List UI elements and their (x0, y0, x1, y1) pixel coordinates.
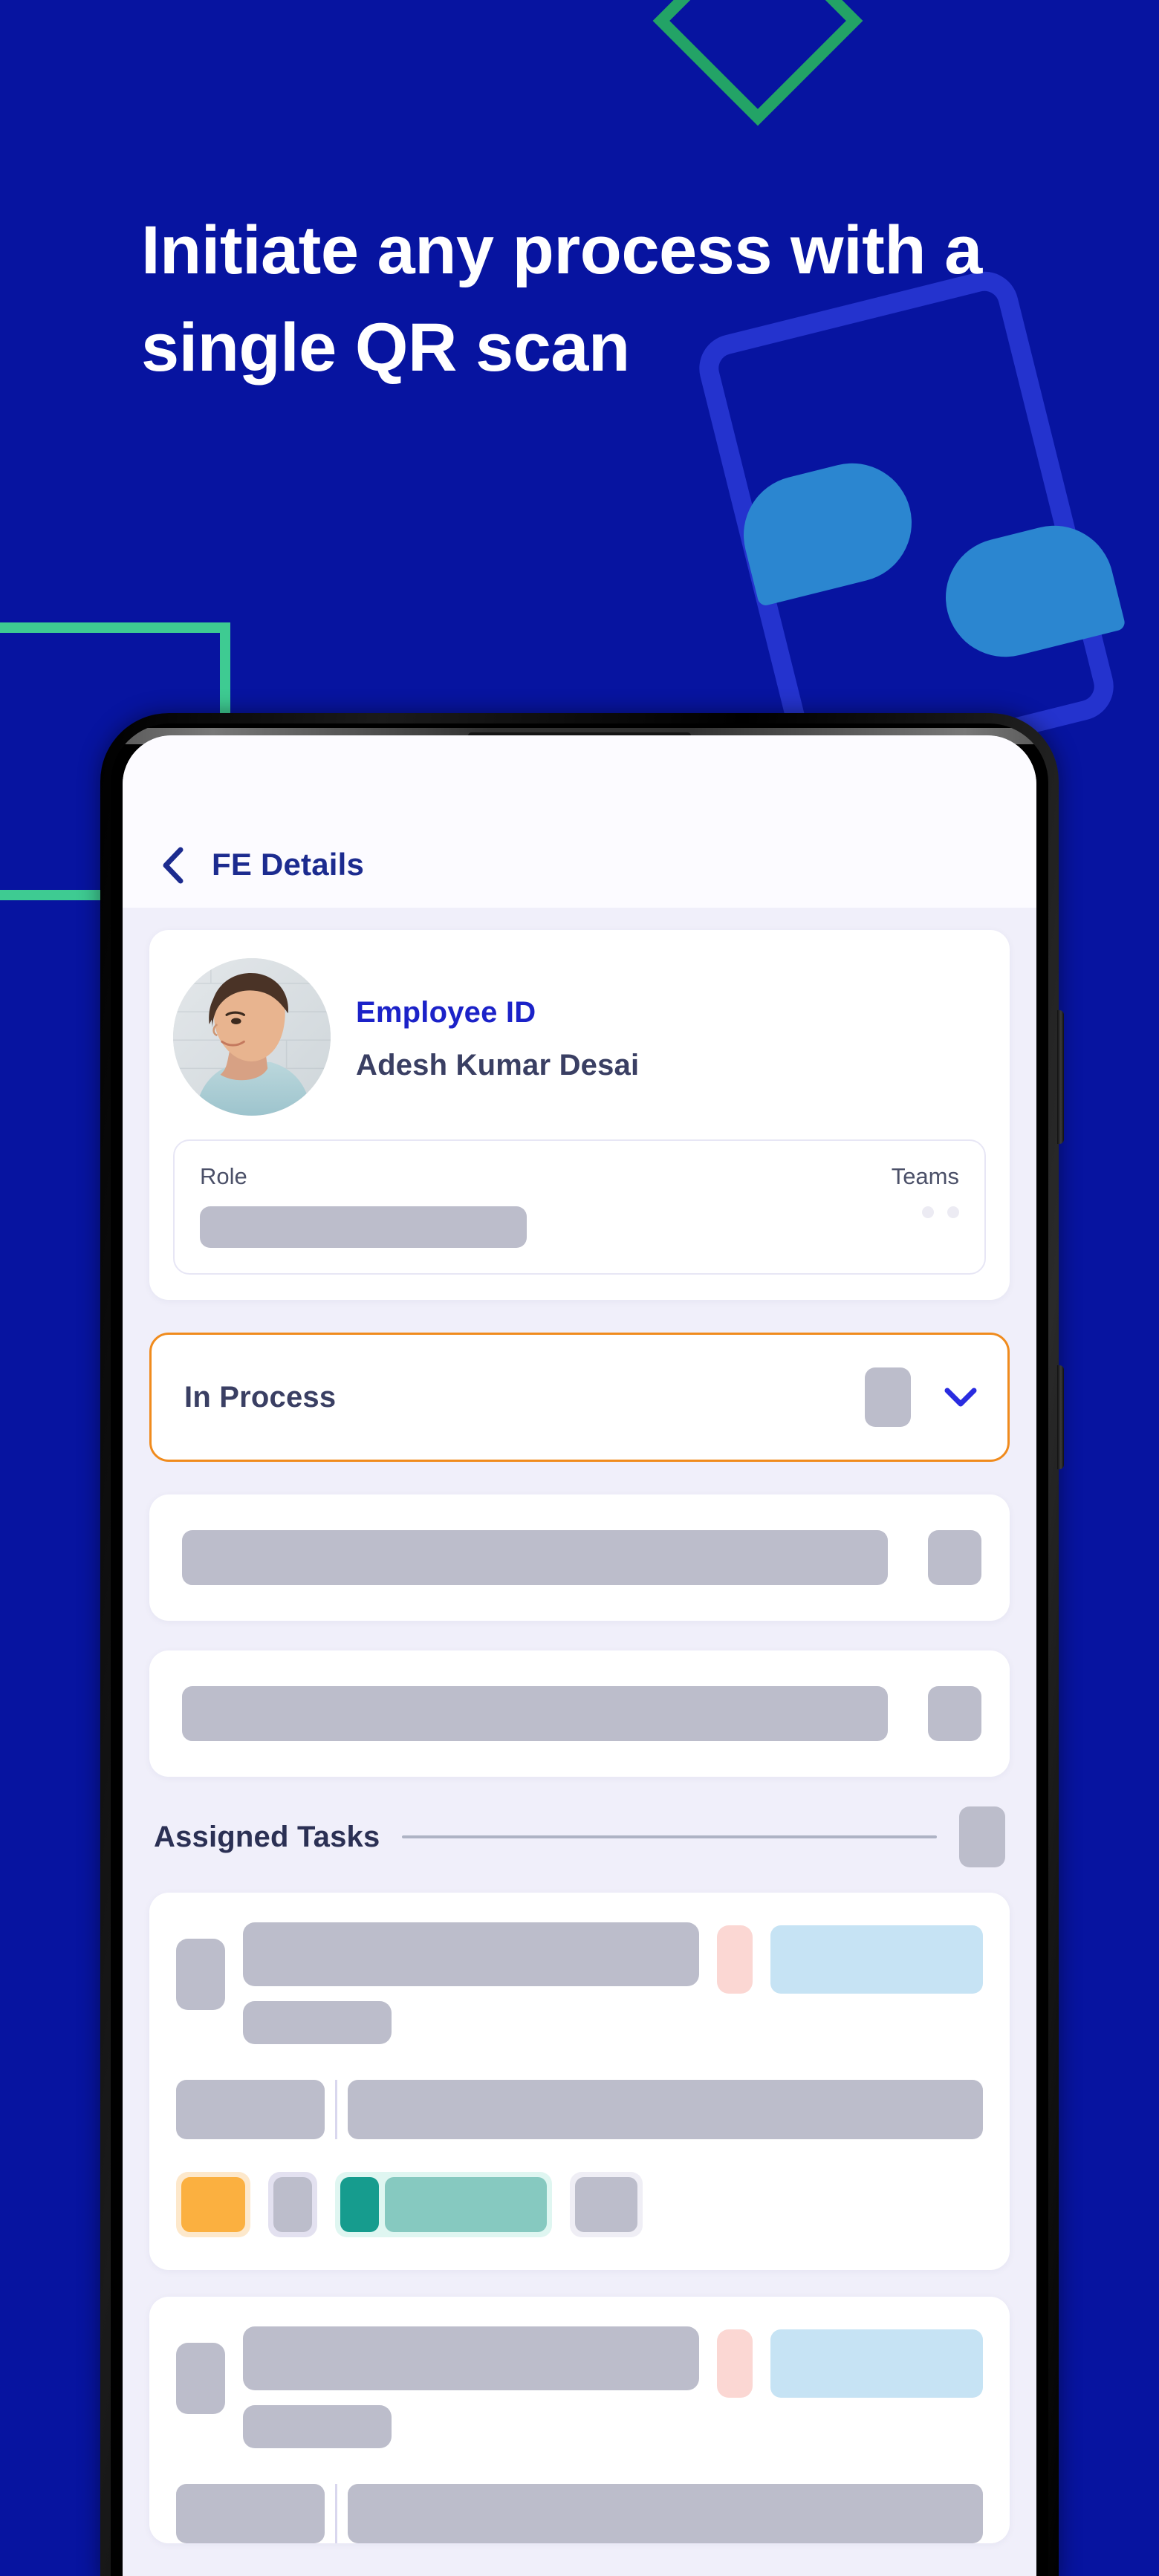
employee-id-label: Employee ID (356, 996, 536, 1029)
profile-meta: Employee ID Adesh Kumar Desai (356, 992, 639, 1082)
list-item-title-placeholder (182, 1530, 888, 1585)
task-status-placeholder (770, 2329, 983, 2398)
assigned-tasks-header: Assigned Tasks (149, 1806, 1010, 1867)
profile-header-row: Employee ID Adesh Kumar Desai (173, 958, 986, 1116)
task-title-block (243, 1922, 699, 2044)
tag-fill-light (385, 2177, 547, 2232)
task-header-row (176, 1922, 983, 2044)
status-select[interactable]: In Process (149, 1333, 1010, 1462)
teams-chip-list (892, 1206, 959, 1218)
chevron-down-icon[interactable] (944, 1386, 978, 1408)
team-chip-wrap (947, 1206, 959, 1218)
task-meta-right-placeholder (348, 2080, 983, 2139)
task-priority-placeholder (717, 2329, 753, 2398)
list-item-chip-placeholder (928, 1530, 981, 1585)
status-value: In Process (184, 1380, 337, 1414)
task-meta-left-placeholder (176, 2484, 325, 2543)
chevron-left-icon[interactable] (155, 847, 189, 884)
task-meta-row (176, 2080, 983, 2139)
task-meta-row (176, 2484, 983, 2543)
task-subtitle-placeholder (243, 2405, 392, 2448)
phone-side-button-power (1057, 1365, 1064, 1469)
list-item-title-placeholder (182, 1686, 888, 1741)
avatar (173, 958, 331, 1116)
list-item[interactable] (149, 1494, 1010, 1621)
promo-screenshot: Initiate any process with a single QR sc… (0, 0, 1159, 2576)
tag-fill-dark (340, 2177, 379, 2232)
task-meta-left-placeholder (176, 2080, 325, 2139)
task-tag-teal (335, 2172, 552, 2237)
tag-fill (273, 2177, 312, 2232)
teams-label: Teams (891, 1163, 959, 1189)
tag-fill (181, 2177, 245, 2232)
task-tag-lavender (268, 2172, 317, 2237)
task-meta-divider (335, 2484, 337, 2543)
status-count-placeholder (865, 1367, 911, 1427)
phone-mockup: FE Details Employee ID Adesh Kumar Desai… (100, 713, 1064, 2576)
teams-field: Teams (892, 1163, 959, 1218)
task-title-placeholder (243, 1922, 699, 1986)
role-teams-box: Role Teams (173, 1139, 986, 1275)
task-card[interactable] (149, 1893, 1010, 2270)
phone-side-button-volume (1057, 1010, 1064, 1144)
employee-name: Adesh Kumar Desai (356, 1049, 640, 1082)
task-tag-orange (176, 2172, 250, 2237)
app-bar: FE Details (123, 735, 1036, 908)
role-field: Role (200, 1163, 892, 1248)
team-chip-wrap (922, 1206, 934, 1218)
task-status-placeholder (770, 1925, 983, 1994)
task-subtitle-placeholder (243, 2001, 392, 2044)
task-meta-right-placeholder (348, 2484, 983, 2543)
task-avatar-placeholder (176, 1939, 225, 2010)
page-title: FE Details (212, 847, 365, 882)
phone-bezel: FE Details Employee ID Adesh Kumar Desai… (111, 723, 1048, 2576)
task-meta-divider (335, 2080, 337, 2139)
tag-fill (575, 2177, 637, 2232)
diamond-outline-decoration (652, 0, 863, 126)
role-value-placeholder (200, 1206, 527, 1248)
task-card[interactable] (149, 2297, 1010, 2543)
task-tag-row (176, 2172, 983, 2237)
screen-content: Employee ID Adesh Kumar Desai Role Teams (123, 908, 1036, 2576)
task-tag-gray (570, 2172, 643, 2237)
phone-screen: FE Details Employee ID Adesh Kumar Desai… (123, 735, 1036, 2576)
promo-headline: Initiate any process with a single QR sc… (141, 212, 982, 386)
section-title: Assigned Tasks (154, 1820, 380, 1853)
list-item-chip-placeholder (928, 1686, 981, 1741)
section-count-placeholder (959, 1806, 1005, 1867)
task-title-placeholder (243, 2326, 699, 2390)
task-avatar-placeholder (176, 2343, 225, 2414)
task-priority-placeholder (717, 1925, 753, 1994)
section-divider (402, 1835, 937, 1838)
task-title-block (243, 2326, 699, 2448)
task-header-row (176, 2326, 983, 2448)
employee-profile-card: Employee ID Adesh Kumar Desai Role Teams (149, 930, 1010, 1300)
list-item[interactable] (149, 1650, 1010, 1777)
role-label: Role (200, 1163, 247, 1189)
